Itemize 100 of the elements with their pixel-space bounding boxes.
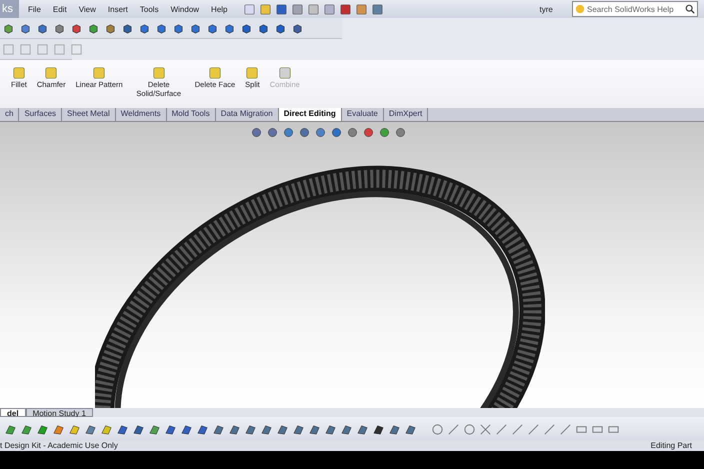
line-icon[interactable] [447,422,460,436]
feature-icon[interactable] [228,422,241,436]
toolbar-icon[interactable] [242,2,256,16]
model-tab[interactable]: Motion Study 1 [26,408,93,417]
view-tool-icon[interactable] [298,126,311,139]
toolbar-icon[interactable] [354,2,368,16]
view-tool-icon[interactable] [362,126,375,139]
toolbar-icon[interactable] [290,2,304,16]
ribbon-tab[interactable]: ch [0,108,20,121]
feature-icon[interactable] [36,422,49,436]
cube-icon[interactable] [155,22,168,34]
view-tool-icon[interactable] [346,126,359,139]
view-tool-icon[interactable] [314,126,327,139]
feature-icon [12,66,26,80]
feature-icon[interactable] [276,422,289,436]
menu-item[interactable]: Tools [136,4,162,14]
document-title: tyre [540,4,554,14]
menu-item[interactable]: File [25,4,44,14]
cube-icon[interactable] [36,22,49,34]
view-tool-icon[interactable] [266,126,279,139]
toolbar-icon[interactable] [306,2,320,16]
menu-item[interactable]: Insert [104,4,131,14]
feature-icon[interactable] [164,422,177,436]
feature-icon[interactable] [244,422,257,436]
feature-icon[interactable] [372,422,385,436]
line-icon[interactable] [543,422,556,436]
cube-icon[interactable] [53,22,66,34]
circle-icon[interactable] [431,422,444,436]
toolbar-icon[interactable] [338,2,352,16]
help-icon [575,4,585,14]
line-icon[interactable] [495,422,508,436]
cube-icon[interactable] [87,22,100,34]
cube-icon[interactable] [240,22,253,34]
status-mode: Editing Part [650,441,692,451]
line-icon[interactable] [511,422,524,436]
feature-icon[interactable] [404,422,417,436]
feature-icon[interactable] [340,422,353,436]
menu-item[interactable]: Help [208,4,230,14]
feature-icon[interactable] [116,422,129,436]
feature-icon[interactable] [100,422,113,436]
feature-icon [152,66,166,80]
cube-icon[interactable] [70,22,83,34]
cube-icon[interactable] [2,22,15,34]
feature-icon[interactable] [356,422,369,436]
menu-item[interactable]: Edit [50,4,70,14]
feature-icon[interactable] [324,422,337,436]
search-field[interactable]: Search SolidWorks Help [572,1,698,17]
cube-icon[interactable] [19,22,32,34]
feature-icon[interactable] [196,422,209,436]
line-icon[interactable] [559,422,572,436]
cube-icon[interactable] [172,22,185,34]
toolbar-icon[interactable] [274,2,288,16]
ribbon-tab[interactable]: Surfaces [19,108,62,121]
toolbar-icon[interactable] [322,2,336,16]
app-title: ks [0,0,19,18]
ribbon-tab[interactable]: Direct Editing [278,108,342,121]
ribbon-tab[interactable]: Mold Tools [166,108,216,121]
feature-icon[interactable] [148,422,161,436]
ribbon-tab[interactable]: DimXpert [384,108,428,121]
ribbon-tab[interactable]: Weldments [116,108,167,121]
cube-icon[interactable] [257,22,270,34]
feature-icon[interactable] [292,422,305,436]
feature-icon [278,66,292,80]
menu-item[interactable]: View [76,4,99,14]
search-icon[interactable] [685,4,695,14]
feature-icon [245,66,260,80]
feature-icon[interactable] [68,422,81,436]
cube-icon[interactable] [121,22,134,34]
view-tool-icon[interactable] [282,126,295,139]
toolbar-icon[interactable] [258,2,272,16]
menu-item[interactable]: Window [168,4,202,14]
cube-icon[interactable] [291,22,304,34]
circle-icon[interactable] [463,422,476,436]
model-tab[interactable]: del [0,408,26,417]
feature-icon[interactable] [308,422,321,436]
ribbon-tab[interactable]: Sheet Metal [62,108,116,121]
feature-icon[interactable] [260,422,273,436]
status-text: t Design Kit - Academic Use Only [0,441,118,451]
feature-icon [92,66,106,80]
cube-icon[interactable] [189,22,202,34]
cube-icon[interactable] [274,22,287,34]
feature-icon[interactable] [180,422,193,436]
view-tool-icon[interactable] [394,126,407,139]
line-icon[interactable] [527,422,540,436]
ribbon-tab[interactable]: Evaluate [342,108,384,121]
feature-icon[interactable] [52,422,65,436]
view-tool-icon[interactable] [330,126,343,139]
feature-icon[interactable] [4,422,17,436]
feature-icon[interactable] [20,422,33,436]
toolbar-icon[interactable] [370,2,384,16]
view-tool-icon[interactable] [378,126,391,139]
feature-icon[interactable] [84,422,97,436]
cube-icon[interactable] [206,22,219,34]
view-tool-icon[interactable] [250,126,263,139]
cube-icon[interactable] [223,22,236,34]
feature-icon[interactable] [388,422,401,436]
feature-icon[interactable] [132,422,145,436]
cube-icon[interactable] [138,22,151,34]
feature-icon[interactable] [212,422,225,436]
cube-icon[interactable] [104,22,117,34]
